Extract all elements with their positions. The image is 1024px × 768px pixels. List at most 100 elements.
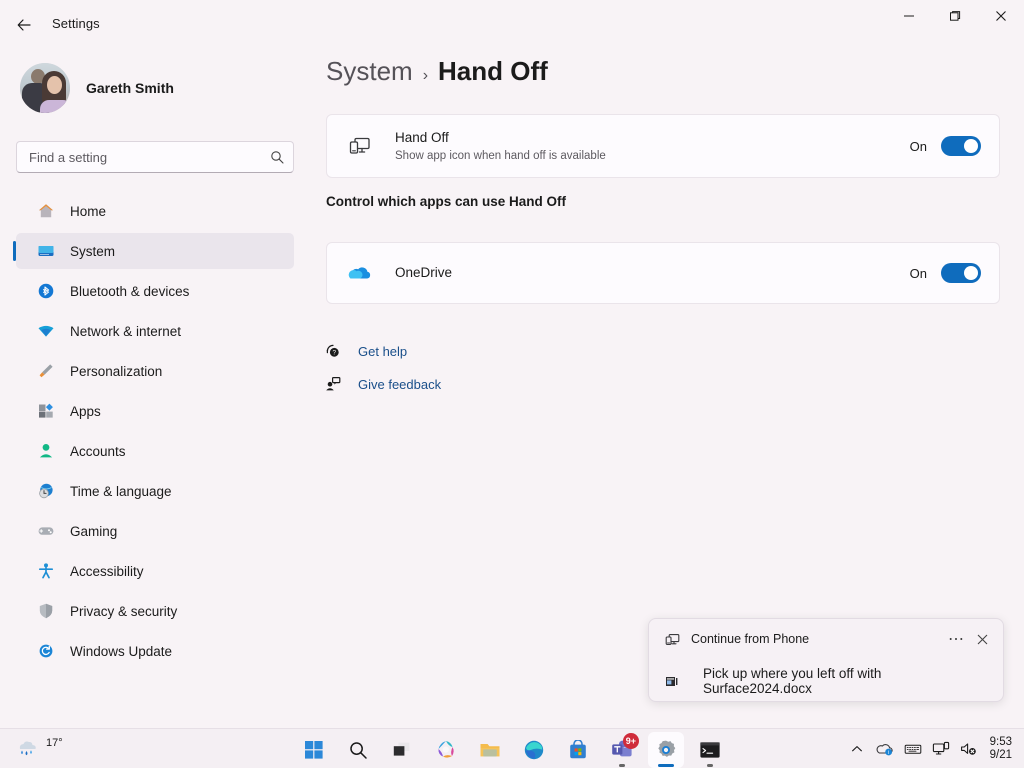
toast-body[interactable]: Pick up where you left off with Surface2… [649, 659, 1005, 703]
account-person-icon [36, 441, 56, 461]
search-icon [350, 742, 367, 759]
section-heading: Control which apps can use Hand Off [326, 194, 567, 209]
sidebar-item-accessibility[interactable]: Accessibility [16, 553, 294, 589]
taskbar-edge-button[interactable] [516, 732, 552, 768]
get-help-link[interactable]: ? Get help [324, 342, 407, 360]
close-button[interactable] [978, 0, 1024, 32]
onedrive-app-name: OneDrive [395, 265, 453, 280]
system-tray: i 9:53 9/21 [844, 731, 1016, 767]
onedrive-cloud-icon [345, 258, 375, 288]
search-input[interactable] [29, 149, 269, 165]
svg-text:i: i [888, 750, 889, 756]
sidebar-item-time-language[interactable]: Time & language [16, 473, 294, 509]
handoff-tray-icon[interactable] [928, 733, 954, 765]
help-question-icon: ? [324, 342, 342, 360]
sidebar-item-label: Bluetooth & devices [70, 283, 190, 299]
gamepad-icon [36, 521, 56, 541]
sidebar-item-label: Accessibility [70, 563, 144, 579]
taskbar-start-button[interactable] [296, 732, 332, 768]
sidebar-item-windows-update[interactable]: Windows Update [16, 633, 294, 669]
sidebar-item-label: Privacy & security [70, 603, 178, 619]
taskbar-terminal-button[interactable] [692, 732, 728, 768]
taskbar-file-explorer-button[interactable] [472, 732, 508, 768]
bluetooth-icon [36, 281, 56, 301]
window-titlebar: Settings [0, 0, 1024, 48]
minimize-icon [904, 15, 914, 17]
breadcrumb: System › Hand Off [326, 56, 548, 87]
give-feedback-label: Give feedback [358, 376, 442, 392]
document-file-icon [663, 672, 681, 690]
sidebar-item-privacy-security[interactable]: Privacy & security [16, 593, 294, 629]
sidebar-item-accounts[interactable]: Accounts [16, 433, 294, 469]
maximize-button[interactable] [932, 0, 978, 32]
back-button[interactable] [10, 11, 38, 39]
tray-chevron-up-icon[interactable] [844, 733, 870, 765]
sidebar-item-apps[interactable]: Apps [16, 393, 294, 429]
sidebar: Gareth Smith Home [0, 48, 310, 728]
taskbar-app-list: 9+ [296, 731, 728, 768]
minimize-button[interactable] [886, 0, 932, 32]
onedrive-app-card: OneDrive On [326, 242, 1000, 304]
account-block[interactable]: Gareth Smith [20, 58, 290, 118]
window-title: Settings [52, 16, 100, 31]
avatar [20, 63, 70, 113]
taskbar-copilot-button[interactable] [428, 732, 464, 768]
sidebar-item-personalization[interactable]: Personalization [16, 353, 294, 389]
handoff-monitor-phone-icon [663, 630, 681, 648]
feedback-person-icon [324, 375, 342, 393]
toast-more-button[interactable]: ⋯ [943, 627, 969, 651]
taskbar: 17° 9+ i 9:53 9/21 [0, 728, 1024, 768]
taskbar-search-button[interactable] [340, 732, 376, 768]
onedrive-card-controls: On [910, 263, 981, 283]
close-icon [977, 634, 987, 644]
keyboard-ime-icon[interactable] [900, 733, 926, 765]
search-icon [269, 149, 285, 165]
onedrive-toggle[interactable] [941, 263, 981, 283]
taskbar-teams-button[interactable]: 9+ [604, 732, 640, 768]
handoff-toggle-label: On [909, 138, 927, 154]
notification-toast[interactable]: Continue from Phone ⋯ Pick up where you … [648, 618, 1004, 702]
sidebar-item-network-internet[interactable]: Network & internet [16, 313, 294, 349]
handoff-setting-card: Hand Off Show app icon when hand off is … [326, 114, 1000, 178]
give-feedback-link[interactable]: Give feedback [324, 375, 441, 393]
taskbar-microsoft-store-button[interactable] [560, 732, 596, 768]
maximize-icon [950, 11, 961, 21]
handoff-toggle[interactable] [941, 136, 981, 156]
volume-muted-icon[interactable] [956, 733, 982, 765]
sidebar-item-bluetooth-devices[interactable]: Bluetooth & devices [16, 273, 294, 309]
sidebar-item-label: Time & language [70, 483, 172, 499]
sidebar-item-label: Network & internet [70, 323, 182, 339]
toast-app-name: Continue from Phone [691, 632, 810, 646]
teams-badge: 9+ [622, 733, 639, 749]
taskbar-clock[interactable]: 9:53 9/21 [990, 736, 1016, 762]
terminal-icon [700, 742, 720, 758]
handoff-card-controls: On [910, 136, 981, 156]
home-icon [36, 201, 56, 221]
svg-text:?: ? [333, 350, 337, 357]
taskbar-settings-button[interactable] [648, 732, 684, 768]
search-box[interactable] [16, 141, 294, 173]
sidebar-item-label: Accounts [70, 443, 126, 459]
back-arrow-icon [17, 19, 31, 31]
rain-showers-icon [16, 737, 42, 761]
settings-window: Settings Gareth Smith Find a setting Hom… [0, 0, 1024, 728]
breadcrumb-parent[interactable]: System [326, 56, 413, 87]
sidebar-item-gaming[interactable]: Gaming [16, 513, 294, 549]
toast-close-button[interactable] [969, 627, 995, 651]
account-name: Gareth Smith [86, 80, 174, 96]
accessibility-person-icon [36, 561, 56, 581]
taskbar-running-indicator [707, 764, 713, 767]
clock-globe-icon [36, 481, 56, 501]
close-icon [996, 11, 1006, 21]
system-monitor-icon [36, 241, 56, 261]
taskbar-active-indicator [658, 764, 674, 767]
sidebar-item-home[interactable]: Home [16, 193, 294, 229]
toast-message: Pick up where you left off with Surface2… [703, 666, 882, 696]
update-refresh-icon [36, 641, 56, 661]
taskbar-weather-widget[interactable]: 17° [12, 733, 74, 765]
taskbar-task-view-button[interactable] [384, 732, 420, 768]
onedrive-tray-icon[interactable]: i [872, 733, 898, 765]
sidebar-item-system[interactable]: System [13, 233, 294, 269]
windows-start-icon [305, 741, 323, 759]
copilot-icon [438, 741, 454, 758]
